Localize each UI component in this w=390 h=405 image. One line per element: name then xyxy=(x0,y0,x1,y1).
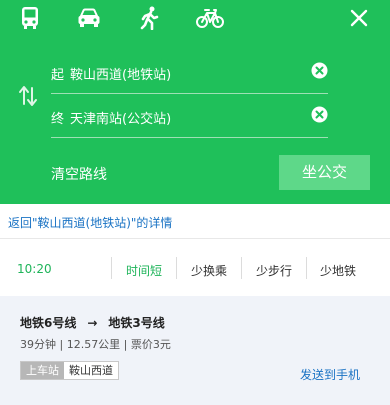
depart-time[interactable]: 10:20 xyxy=(17,262,52,276)
divider xyxy=(111,257,112,279)
end-label: 终 xyxy=(51,112,65,127)
line-to: 地铁3号线 xyxy=(108,316,165,330)
boarding-station: 上车站 鞍山西道 xyxy=(20,361,119,380)
divider xyxy=(176,257,177,279)
tab-bike[interactable] xyxy=(196,4,224,32)
route-result-card[interactable]: 地铁6号线 → 地铁3号线 39分钟 | 12.57公里 | 票价3元 上车站 … xyxy=(0,296,390,405)
tab-walk[interactable] xyxy=(137,4,163,32)
clear-start-icon[interactable] xyxy=(311,62,328,79)
send-to-phone-link[interactable]: 发送到手机 xyxy=(300,366,360,383)
tab-drive[interactable] xyxy=(76,4,102,32)
end-value[interactable]: 天津南站(公交站) xyxy=(70,108,171,127)
boarding-tag: 上车站 xyxy=(21,362,64,379)
arrow-right-icon: → xyxy=(87,315,98,330)
route-panel-header: 起 鞍山西道(地铁站) 终 天津南站(公交站) 清空路线 坐公交 xyxy=(0,0,390,204)
bus-icon xyxy=(22,7,38,29)
clear-route-link[interactable]: 清空路线 xyxy=(51,164,107,184)
route-lines: 地铁6号线 → 地铁3号线 xyxy=(20,314,165,331)
divider xyxy=(306,257,307,279)
route-meta: 39分钟 | 12.57公里 | 票价3元 xyxy=(20,338,171,351)
option-shortest-time[interactable]: 时间短 xyxy=(126,262,162,279)
close-icon[interactable] xyxy=(348,7,370,29)
divider xyxy=(0,238,390,239)
end-field[interactable]: 终 天津南站(公交站) xyxy=(51,96,328,138)
start-value[interactable]: 鞍山西道(地铁站) xyxy=(70,64,171,83)
bus-search-button[interactable]: 坐公交 xyxy=(279,155,370,190)
option-less-walking[interactable]: 少步行 xyxy=(256,262,292,279)
tab-transit[interactable] xyxy=(17,4,43,32)
clear-end-icon[interactable] xyxy=(311,106,328,123)
swap-icon[interactable] xyxy=(17,84,39,108)
start-field[interactable]: 起 鞍山西道(地铁站) xyxy=(51,52,328,94)
option-fewer-transfers[interactable]: 少换乘 xyxy=(191,262,227,279)
line-from: 地铁6号线 xyxy=(20,316,77,330)
walk-icon xyxy=(140,6,159,30)
option-fewer-subway[interactable]: 少地铁 xyxy=(320,262,356,279)
divider xyxy=(241,257,242,279)
boarding-station-name: 鞍山西道 xyxy=(64,362,118,379)
back-to-details-link[interactable]: 返回"鞍山西道(地铁站)"的详情 xyxy=(8,214,172,231)
travel-mode-tabs xyxy=(0,4,390,32)
start-label: 起 xyxy=(51,68,65,83)
car-icon xyxy=(78,8,100,27)
bike-icon xyxy=(196,9,224,28)
